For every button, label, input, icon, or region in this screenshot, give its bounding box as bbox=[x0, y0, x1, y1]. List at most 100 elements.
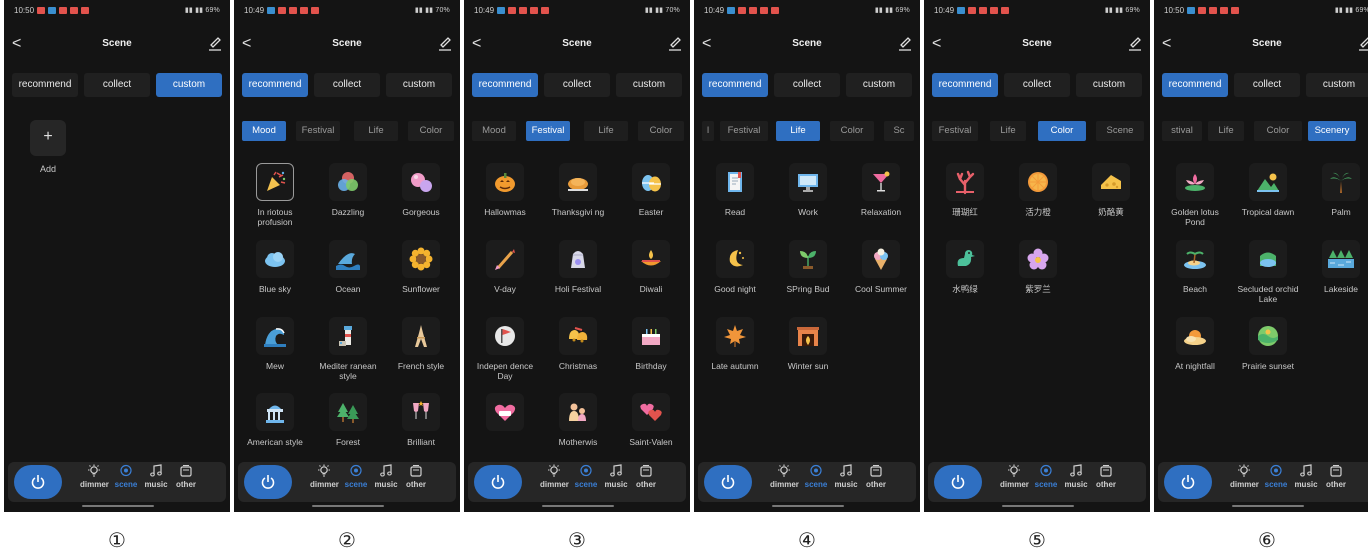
scene-item[interactable]: Golden lotus Pond bbox=[1162, 163, 1228, 227]
scene-item[interactable] bbox=[472, 393, 538, 451]
scene-item[interactable]: Winter sun bbox=[775, 317, 841, 375]
nav-other[interactable]: other bbox=[1092, 464, 1120, 489]
tab-recommend[interactable]: recommend bbox=[1162, 73, 1228, 97]
nav-music[interactable]: music bbox=[832, 464, 860, 489]
scene-item[interactable]: 奶酪黄 bbox=[1078, 163, 1144, 221]
tab-collect[interactable]: collect bbox=[774, 73, 840, 97]
scene-item[interactable]: French style bbox=[388, 317, 454, 375]
scene-item[interactable]: Holi Festival bbox=[545, 240, 611, 298]
tab-recommend[interactable]: recommend bbox=[472, 73, 538, 97]
edit-icon[interactable] bbox=[668, 35, 682, 51]
power-button[interactable] bbox=[704, 465, 752, 499]
add-scene-button[interactable]: + bbox=[30, 120, 66, 156]
nav-dimmer[interactable]: dimmer bbox=[540, 464, 569, 489]
scene-item[interactable]: Prairie sunset bbox=[1235, 317, 1301, 375]
power-button[interactable] bbox=[934, 465, 982, 499]
nav-scene[interactable]: scene bbox=[342, 464, 370, 489]
tab-custom[interactable]: custom bbox=[386, 73, 452, 97]
tab-collect[interactable]: collect bbox=[84, 73, 150, 97]
power-button[interactable] bbox=[474, 465, 522, 499]
category-tab[interactable]: Color bbox=[1254, 121, 1302, 141]
back-icon[interactable]: < bbox=[472, 32, 481, 56]
scene-item[interactable]: In riotous profusion bbox=[242, 163, 308, 227]
back-icon[interactable]: < bbox=[1162, 32, 1171, 56]
scene-item[interactable]: Work bbox=[775, 163, 841, 221]
scene-item[interactable]: Christmas bbox=[545, 317, 611, 375]
scene-item[interactable]: Motherwis bbox=[545, 393, 611, 451]
scene-item[interactable]: Indepen dence Day bbox=[472, 317, 538, 381]
tab-recommend[interactable]: recommend bbox=[242, 73, 308, 97]
scene-item[interactable]: Mediter ranean style bbox=[315, 317, 381, 381]
back-icon[interactable]: < bbox=[242, 32, 251, 56]
tab-custom[interactable]: custom bbox=[1076, 73, 1142, 97]
back-icon[interactable]: < bbox=[702, 32, 711, 56]
nav-other[interactable]: other bbox=[402, 464, 430, 489]
nav-dimmer[interactable]: dimmer bbox=[310, 464, 339, 489]
scene-item[interactable]: Forest bbox=[315, 393, 381, 451]
category-tab[interactable]: Mood bbox=[472, 121, 516, 141]
nav-music[interactable]: music bbox=[372, 464, 400, 489]
tab-custom[interactable]: custom bbox=[1306, 73, 1368, 97]
scene-item[interactable]: Tropical dawn bbox=[1235, 163, 1301, 221]
nav-music[interactable]: music bbox=[142, 464, 170, 489]
scene-item[interactable]: Lakeside bbox=[1308, 240, 1368, 298]
category-tab[interactable]: Life bbox=[776, 121, 820, 141]
tab-recommend[interactable]: recommend bbox=[12, 73, 78, 97]
scene-item[interactable]: Blue sky bbox=[242, 240, 308, 298]
back-icon[interactable]: < bbox=[12, 32, 21, 56]
tab-recommend[interactable]: recommend bbox=[932, 73, 998, 97]
category-tab[interactable]: l bbox=[702, 121, 714, 141]
scene-item[interactable]: Relaxation bbox=[848, 163, 914, 221]
category-tab[interactable]: Scene bbox=[1096, 121, 1144, 141]
scene-item[interactable]: Palm bbox=[1308, 163, 1368, 221]
scene-item[interactable]: Saint-Valen bbox=[618, 393, 684, 451]
edit-icon[interactable] bbox=[438, 35, 452, 51]
scene-item[interactable]: Easter bbox=[618, 163, 684, 221]
scene-item[interactable]: Thanksgivi ng bbox=[545, 163, 611, 221]
category-tab[interactable]: Life bbox=[584, 121, 628, 141]
scene-item[interactable]: Brilliant bbox=[388, 393, 454, 451]
edit-icon[interactable] bbox=[1128, 35, 1142, 51]
scene-item[interactable]: Gorgeous bbox=[388, 163, 454, 221]
nav-dimmer[interactable]: dimmer bbox=[80, 464, 109, 489]
nav-other[interactable]: other bbox=[1322, 464, 1350, 489]
nav-music[interactable]: music bbox=[1062, 464, 1090, 489]
edit-icon[interactable] bbox=[208, 35, 222, 51]
power-button[interactable] bbox=[14, 465, 62, 499]
tab-custom[interactable]: custom bbox=[846, 73, 912, 97]
scene-item[interactable]: Beach bbox=[1162, 240, 1228, 298]
scene-item[interactable]: Sunflower bbox=[388, 240, 454, 298]
category-tab[interactable]: Color bbox=[830, 121, 874, 141]
category-tab[interactable]: Sc bbox=[884, 121, 914, 141]
nav-scene[interactable]: scene bbox=[1262, 464, 1290, 489]
back-icon[interactable]: < bbox=[932, 32, 941, 56]
tab-collect[interactable]: collect bbox=[314, 73, 380, 97]
tab-custom[interactable]: custom bbox=[156, 73, 222, 97]
category-tab[interactable]: Scenery bbox=[1308, 121, 1356, 141]
edit-icon[interactable] bbox=[1358, 35, 1368, 51]
power-button[interactable] bbox=[1164, 465, 1212, 499]
category-tab[interactable]: Color bbox=[408, 121, 454, 141]
scene-item[interactable]: Birthday bbox=[618, 317, 684, 375]
nav-scene[interactable]: scene bbox=[1032, 464, 1060, 489]
scene-item[interactable]: American style bbox=[242, 393, 308, 451]
category-tab[interactable]: Festival bbox=[932, 121, 978, 141]
scene-item[interactable]: 水鸭绿 bbox=[932, 240, 998, 298]
scene-item[interactable]: Cool Summer bbox=[848, 240, 914, 298]
category-tab[interactable]: Life bbox=[1208, 121, 1244, 141]
scene-item[interactable]: Secluded orchid Lake bbox=[1235, 240, 1301, 304]
tab-recommend[interactable]: recommend bbox=[702, 73, 768, 97]
scene-item[interactable]: 紫罗兰 bbox=[1005, 240, 1071, 298]
power-button[interactable] bbox=[244, 465, 292, 499]
scene-item[interactable]: Dazzling bbox=[315, 163, 381, 221]
scene-item[interactable]: At nightfall bbox=[1162, 317, 1228, 375]
category-tab[interactable]: Life bbox=[354, 121, 398, 141]
tab-collect[interactable]: collect bbox=[1004, 73, 1070, 97]
scene-item[interactable]: 活力橙 bbox=[1005, 163, 1071, 221]
nav-scene[interactable]: scene bbox=[802, 464, 830, 489]
scene-item[interactable]: 珊瑚红 bbox=[932, 163, 998, 221]
category-tab[interactable]: Color bbox=[638, 121, 684, 141]
category-tab[interactable]: Festival bbox=[296, 121, 340, 141]
category-tab[interactable]: Mood bbox=[242, 121, 286, 141]
scene-item[interactable]: Mew bbox=[242, 317, 308, 375]
